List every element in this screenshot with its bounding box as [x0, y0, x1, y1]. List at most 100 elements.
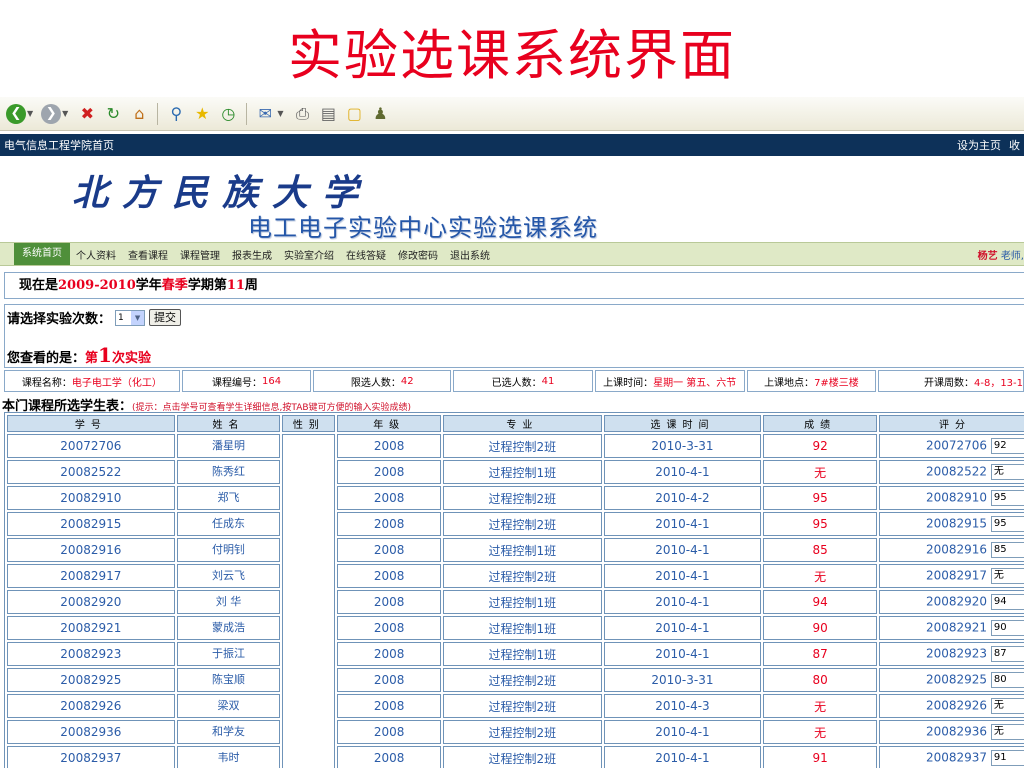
- table-row: 20082920 刘 华 2008 过程控制1班 2010-4-1 94 20082920 …: [7, 590, 1024, 614]
- student-score: 无: [763, 564, 877, 588]
- student-grade: 2008: [337, 486, 442, 510]
- student-id-link[interactable]: 20082916: [7, 538, 175, 562]
- score-input[interactable]: 95: [990, 490, 1024, 506]
- score-input[interactable]: 无: [990, 568, 1024, 584]
- history-icon[interactable]: ◷: [217, 103, 239, 125]
- student-select-time: 2010-4-1: [603, 642, 762, 666]
- messenger-icon[interactable]: ♟: [369, 103, 391, 125]
- student-major: 过程控制2班: [443, 668, 602, 692]
- experiment-number-select[interactable]: 1 ▼: [115, 309, 146, 326]
- student-id-link[interactable]: 20082522: [7, 460, 175, 484]
- set-home-link[interactable]: 设为主页: [957, 137, 1001, 153]
- table-row: 20082915 任成东 2008 过程控制2班 2010-4-1 95 20082915 …: [7, 512, 1024, 536]
- score-input[interactable]: 95: [990, 516, 1024, 532]
- forward-dropdown-icon[interactable]: ▼: [62, 109, 68, 118]
- nav-lab-intro[interactable]: 实验室介绍: [278, 247, 340, 262]
- student-id-link[interactable]: 20082925: [7, 668, 175, 692]
- nav-reports[interactable]: 报表生成: [226, 247, 278, 262]
- student-score: 94: [763, 590, 877, 614]
- chevron-down-icon[interactable]: ▼: [131, 310, 145, 325]
- table-row: 20082923 于振江 2008 过程控制1班 2010-4-1 87 20082923 …: [7, 642, 1024, 666]
- score-input[interactable]: 91: [990, 750, 1024, 766]
- student-table: 学号 姓名 性别 年级 专业 选课时间 成绩 评分 20072706 潘星明 200…: [4, 412, 1024, 768]
- col-header-id: 学号: [7, 415, 175, 432]
- rating-student-id: 20082936: [925, 724, 988, 739]
- refresh-icon[interactable]: ↻: [102, 103, 124, 125]
- current-term: 现在是2009-2010学年春季学期第11周: [4, 272, 1024, 299]
- nav-logout[interactable]: 退出系统: [444, 247, 496, 262]
- score-input[interactable]: 87: [990, 646, 1024, 662]
- student-name: 陈秀红: [176, 460, 281, 484]
- score-input[interactable]: 无: [990, 724, 1024, 740]
- student-rating-cell: 20072706 92: [878, 434, 1024, 458]
- nav-course-management[interactable]: 课程管理: [174, 247, 226, 262]
- site-banner: 北方民族大学 电工电子实验中心实验选课系统: [0, 156, 1024, 242]
- stop-icon[interactable]: ✖: [76, 103, 98, 125]
- student-rating-cell: 20082917 无: [878, 564, 1024, 588]
- mail-dropdown-icon[interactable]: ▼: [277, 109, 283, 118]
- student-id-link[interactable]: 20082923: [7, 642, 175, 666]
- student-grade: 2008: [337, 746, 442, 768]
- rating-student-id: 20082921: [925, 620, 988, 635]
- student-select-time: 2010-4-1: [603, 616, 762, 640]
- back-icon[interactable]: ❮: [6, 103, 26, 124]
- student-id-link[interactable]: 20072706: [7, 434, 175, 458]
- print-icon[interactable]: ⎙: [291, 103, 313, 125]
- slide-title: 实验选课系统界面: [288, 24, 736, 87]
- col-header-score: 成绩: [763, 415, 877, 432]
- score-input[interactable]: 无: [990, 464, 1024, 480]
- nav-change-password[interactable]: 修改密码: [392, 247, 444, 262]
- student-major: 过程控制1班: [443, 590, 602, 614]
- edit-icon[interactable]: ▤: [317, 103, 339, 125]
- score-input[interactable]: 80: [990, 672, 1024, 688]
- score-input[interactable]: 94: [990, 594, 1024, 610]
- nav-home[interactable]: 系统首页: [14, 243, 70, 265]
- student-id-link[interactable]: 20082915: [7, 512, 175, 536]
- submit-button[interactable]: 提交: [149, 309, 182, 326]
- score-input[interactable]: 92: [990, 438, 1024, 454]
- student-score: 91: [763, 746, 877, 768]
- rating-student-id: 20082925: [925, 672, 988, 687]
- student-id-link[interactable]: 20082920: [7, 590, 175, 614]
- back-dropdown-icon[interactable]: ▼: [27, 109, 33, 118]
- course-info-bar: 课程名称： 电子电工学（化工） 课程编号： 164 限选人数： 42 已选人数： 41 …: [4, 370, 1024, 392]
- nav-profile[interactable]: 个人资料: [70, 247, 122, 262]
- folder-icon[interactable]: ▢: [343, 103, 365, 125]
- student-id-link[interactable]: 20082921: [7, 616, 175, 640]
- forward-icon[interactable]: ❯: [41, 103, 62, 124]
- student-rating-cell: 20082910 95: [878, 486, 1024, 510]
- score-input[interactable]: 85: [990, 542, 1024, 558]
- student-id-link[interactable]: 20082936: [7, 720, 175, 744]
- student-id-link[interactable]: 20082926: [7, 694, 175, 718]
- home-icon[interactable]: ⌂: [128, 103, 150, 125]
- search-icon[interactable]: ⚲: [165, 103, 187, 125]
- student-rating-cell: 20082920 94: [878, 590, 1024, 614]
- score-input[interactable]: 90: [990, 620, 1024, 636]
- toolbar-separator: [157, 102, 159, 125]
- rating-student-id: 20082926: [925, 698, 988, 713]
- favorite-link[interactable]: 收: [1009, 137, 1020, 153]
- rating-student-id: 20082522: [925, 464, 988, 479]
- college-home-link[interactable]: 电气信息工程学院首页: [4, 137, 114, 153]
- student-select-time: 2010-4-1: [603, 512, 762, 536]
- student-id-link[interactable]: 20082910: [7, 486, 175, 510]
- favorites-icon[interactable]: ★: [191, 103, 213, 125]
- student-name: 于振江: [176, 642, 281, 666]
- student-id-link[interactable]: 20082917: [7, 564, 175, 588]
- nav-view-courses[interactable]: 查看课程: [122, 247, 174, 262]
- table-header-row: 学号 姓名 性别 年级 专业 选课时间 成绩 评分: [7, 415, 1024, 432]
- score-input[interactable]: 无: [990, 698, 1024, 714]
- col-header-rating: 评分: [878, 415, 1024, 432]
- student-rating-cell: 20082916 85: [878, 538, 1024, 562]
- student-score: 92: [763, 434, 877, 458]
- table-row: 20082936 和学友 2008 过程控制2班 2010-4-1 无 20082936 无: [7, 720, 1024, 744]
- student-score: 80: [763, 668, 877, 692]
- table-row: 20082917 刘云飞 2008 过程控制2班 2010-4-1 无 20082917 无: [7, 564, 1024, 588]
- student-major: 过程控制2班: [443, 564, 602, 588]
- course-selected: 已选人数： 41: [453, 370, 593, 392]
- student-id-link[interactable]: 20082937: [7, 746, 175, 768]
- main-nav: 系统首页 个人资料 查看课程 课程管理 报表生成 实验室介绍 在线答疑 修改密码…: [0, 242, 1024, 266]
- rating-student-id: 20072706: [925, 438, 988, 453]
- mail-icon[interactable]: ✉: [254, 103, 276, 125]
- nav-online-qa[interactable]: 在线答疑: [340, 247, 392, 262]
